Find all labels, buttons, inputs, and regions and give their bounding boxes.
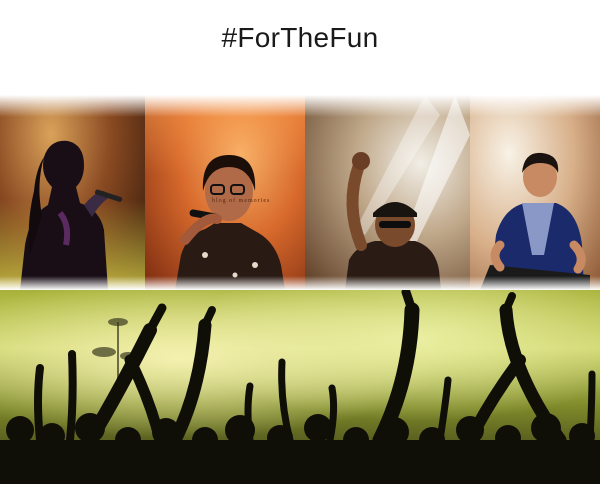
watermark-text: blog of memories (212, 198, 271, 204)
concert-crowd-photo (0, 290, 600, 484)
singer-woman-panel-photo (0, 95, 145, 290)
keyboard-player-panel-photo (470, 95, 600, 290)
performer-photo-strip: blog of memories (0, 95, 600, 290)
page-title: #ForTheFun (221, 22, 379, 53)
singer-glasses-panel-photo (145, 95, 305, 290)
singer-cap-panel-photo (305, 95, 470, 290)
